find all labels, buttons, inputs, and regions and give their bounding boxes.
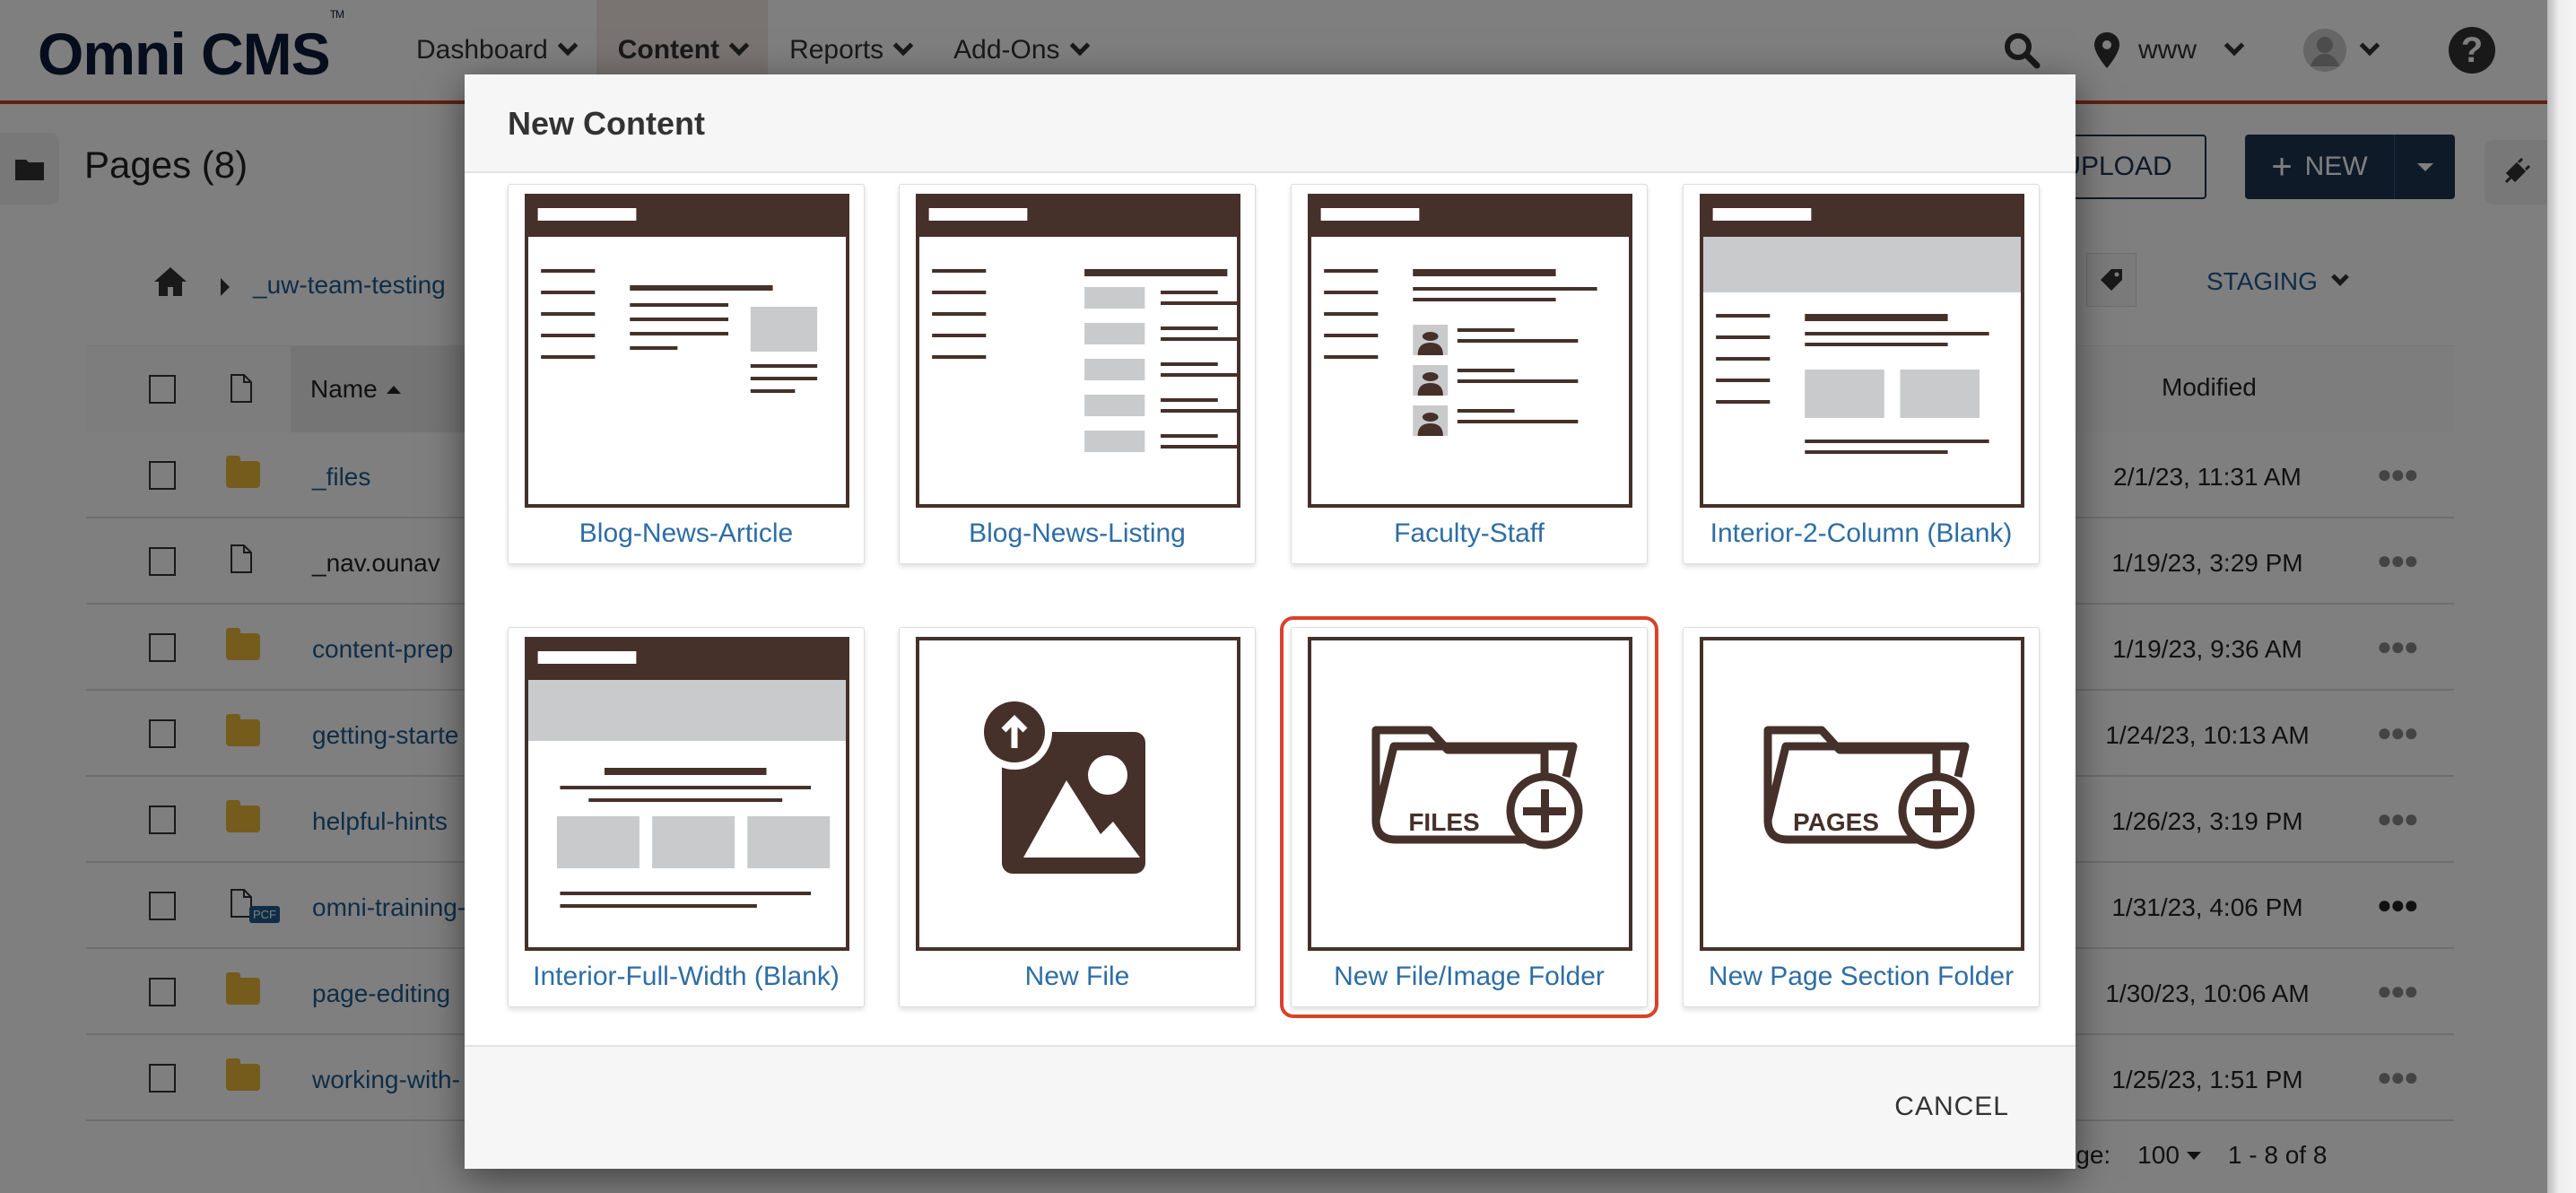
template-grid: Blog-News-Article Blog-News-Listing Facult… <box>465 173 2076 1045</box>
dialog-header: New Content <box>465 74 2076 173</box>
template-label: Interior-Full-Width (Blank) <box>533 962 840 991</box>
template-label: Faculty-Staff <box>1394 518 1545 548</box>
template-label: New File <box>1024 962 1130 991</box>
files-folder-thumbnail-icon: FILES <box>1308 637 1632 951</box>
template-label: Blog-News-Listing <box>969 518 1186 548</box>
faculty-thumbnail-icon <box>1308 194 1632 508</box>
window-edge <box>2547 0 2576 1193</box>
template-label: Interior-2-Column (Blank) <box>1710 518 2013 548</box>
article-thumbnail-icon <box>525 194 849 508</box>
pages-folder-thumbnail-icon: PAGES <box>1700 637 2024 951</box>
new-file-thumbnail-icon <box>916 637 1240 951</box>
template-label: New Page Section Folder <box>1708 962 2015 991</box>
new-content-dialog: New Content Blog-News-Article Blog-News-L… <box>465 74 2076 1169</box>
svg-text:FILES: FILES <box>1408 808 1479 836</box>
template-card[interactable]: PAGES New Page Section Folder <box>1683 627 2040 1007</box>
template-card[interactable]: Blog-News-Article <box>508 184 865 564</box>
full-width-thumbnail-icon <box>525 637 849 951</box>
template-card[interactable]: New File <box>899 627 1256 1007</box>
template-card[interactable]: Interior-Full-Width (Blank) <box>508 627 865 1007</box>
template-card[interactable]: Blog-News-Listing <box>899 184 1256 564</box>
svg-text:PAGES: PAGES <box>1793 808 1879 836</box>
template-card[interactable]: Faculty-Staff <box>1291 184 1648 564</box>
template-label: New File/Image Folder <box>1334 962 1605 991</box>
two-col-thumbnail-icon <box>1700 194 2024 508</box>
listing-thumbnail-icon <box>916 194 1240 508</box>
template-card[interactable]: FILES New File/Image Folder <box>1280 616 1658 1018</box>
template-card[interactable]: Interior-2-Column (Blank) <box>1683 184 2040 564</box>
template-label: Blog-News-Article <box>579 518 794 548</box>
dialog-footer: CANCEL <box>465 1045 2076 1169</box>
cancel-button[interactable]: CANCEL <box>1894 1092 2009 1122</box>
dialog-title: New Content <box>508 105 705 142</box>
